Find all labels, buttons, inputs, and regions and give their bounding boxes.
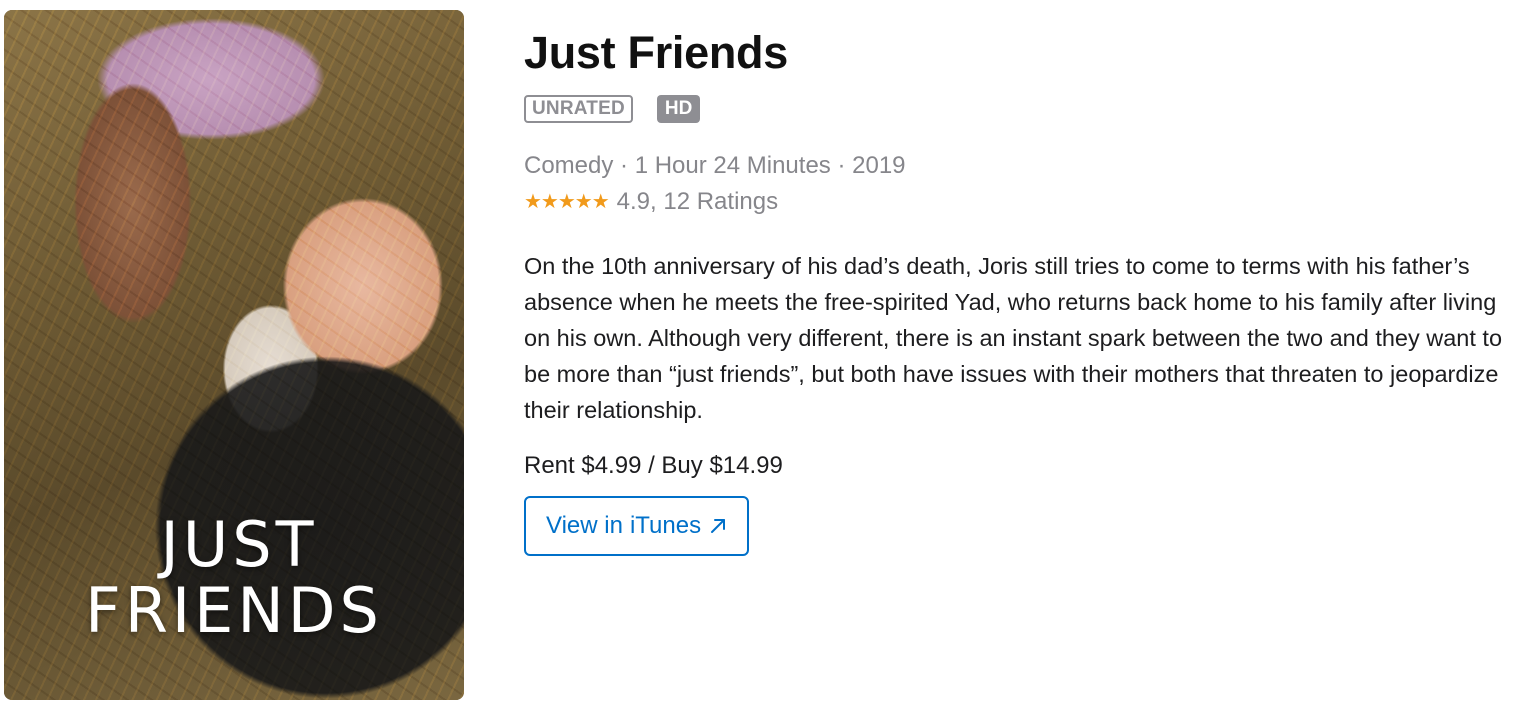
price-info: Rent $4.99 / Buy $14.99 <box>524 452 783 479</box>
rating-text: 4.9, 12 Ratings <box>616 188 779 215</box>
star-rating-icon: ★★★★★ <box>524 191 610 213</box>
badges-row: UNRATED HD <box>524 94 1504 124</box>
poster-title-line1: JUST <box>160 508 318 581</box>
movie-meta: Comedy · 1 Hour 24 Minutes · 2019 <box>524 152 906 179</box>
movie-details: Just Friends UNRATED HD Comedy · 1 Hour … <box>524 26 1504 556</box>
movie-title: Just Friends <box>524 27 788 78</box>
view-in-itunes-button[interactable]: View in iTunes <box>524 496 750 556</box>
external-arrow-icon <box>711 519 726 533</box>
poster-title-line2: FRIENDS <box>85 574 383 647</box>
poster-title: JUST FRIENDS <box>4 514 464 642</box>
rating-summary: ★★★★★ 4.9, 12 Ratings <box>524 186 1504 218</box>
button-label-brand: iTunes <box>629 512 702 539</box>
button-label-prefix: View in <box>546 512 623 539</box>
content-rating-badge: UNRATED <box>524 95 633 123</box>
movie-poster: JUST FRIENDS <box>4 10 464 700</box>
hd-badge: HD <box>656 95 701 123</box>
movie-description: On the 10th anniversary of his dad’s dea… <box>524 253 1503 423</box>
